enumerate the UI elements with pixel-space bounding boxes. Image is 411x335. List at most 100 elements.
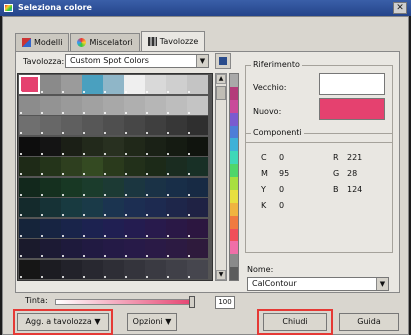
spectrum-segment[interactable] xyxy=(230,164,238,177)
spectrum-segment[interactable] xyxy=(230,151,238,165)
color-swatch[interactable] xyxy=(40,157,61,176)
spectrum-segment[interactable] xyxy=(230,86,238,100)
color-swatch[interactable] xyxy=(40,116,61,135)
color-swatch[interactable] xyxy=(166,136,187,156)
color-swatch[interactable] xyxy=(187,177,208,197)
color-swatch[interactable] xyxy=(19,136,40,156)
color-swatch[interactable] xyxy=(187,239,208,258)
color-swatch[interactable] xyxy=(103,177,124,197)
scroll-up-button[interactable]: ▲ xyxy=(216,74,226,84)
spectrum-segment[interactable] xyxy=(230,112,238,126)
color-swatch[interactable] xyxy=(61,95,82,115)
tab-mixers[interactable]: Miscelatori xyxy=(70,33,140,51)
color-swatch[interactable] xyxy=(124,259,145,279)
spectrum-segment[interactable] xyxy=(230,99,238,113)
color-swatch[interactable] xyxy=(166,95,187,115)
spectrum-segment[interactable] xyxy=(230,189,238,203)
color-swatch[interactable] xyxy=(145,218,166,238)
color-swatch[interactable] xyxy=(61,157,82,176)
color-swatch[interactable] xyxy=(40,259,61,279)
spectrum-segment[interactable] xyxy=(230,267,238,280)
palette-menu-button[interactable] xyxy=(215,53,231,69)
spectrum-segment[interactable] xyxy=(230,228,238,242)
color-swatch[interactable] xyxy=(145,239,166,258)
color-swatch[interactable] xyxy=(19,157,40,176)
color-swatch[interactable] xyxy=(103,218,124,238)
options-button[interactable]: Opzioni ▼ xyxy=(127,313,177,331)
color-swatch[interactable] xyxy=(124,198,145,217)
color-swatch[interactable] xyxy=(40,239,61,258)
color-swatch[interactable] xyxy=(61,136,82,156)
color-swatch[interactable] xyxy=(145,259,166,279)
spectrum-segment[interactable] xyxy=(230,177,238,190)
color-swatch[interactable] xyxy=(187,136,208,156)
color-swatch[interactable] xyxy=(187,116,208,135)
color-swatch[interactable] xyxy=(19,75,40,94)
color-swatch[interactable] xyxy=(124,239,145,258)
tab-palettes[interactable]: Tavolozze xyxy=(140,31,206,51)
color-swatch[interactable] xyxy=(19,95,40,115)
spectrum-segment[interactable] xyxy=(230,215,238,229)
spectrum-segment[interactable] xyxy=(230,125,238,139)
color-swatch[interactable] xyxy=(187,75,208,94)
color-swatch[interactable] xyxy=(40,198,61,217)
color-swatch[interactable] xyxy=(103,198,124,217)
color-swatch[interactable] xyxy=(82,157,103,176)
color-swatch[interactable] xyxy=(19,239,40,258)
color-swatch[interactable] xyxy=(166,116,187,135)
color-swatch[interactable] xyxy=(61,116,82,135)
color-swatch[interactable] xyxy=(145,95,166,115)
tint-value-field[interactable]: 100 xyxy=(215,296,235,309)
color-swatch[interactable] xyxy=(145,75,166,94)
color-swatch[interactable] xyxy=(82,95,103,115)
color-swatch[interactable] xyxy=(82,259,103,279)
color-swatch[interactable] xyxy=(19,218,40,238)
color-swatch[interactable] xyxy=(40,218,61,238)
scroll-down-button[interactable]: ▼ xyxy=(216,270,226,280)
color-swatch[interactable] xyxy=(61,239,82,258)
color-swatch[interactable] xyxy=(40,95,61,115)
name-select[interactable]: CalContour ▼ xyxy=(247,277,389,291)
color-swatch[interactable] xyxy=(166,218,187,238)
color-swatch[interactable] xyxy=(103,75,124,94)
color-swatch[interactable] xyxy=(61,177,82,197)
color-swatch[interactable] xyxy=(124,157,145,176)
color-swatch[interactable] xyxy=(145,157,166,176)
color-swatch[interactable] xyxy=(82,218,103,238)
color-swatch[interactable] xyxy=(40,136,61,156)
spectrum-segment[interactable] xyxy=(230,254,238,268)
tint-slider-thumb[interactable] xyxy=(189,296,195,308)
color-swatch[interactable] xyxy=(61,75,82,94)
color-swatch[interactable] xyxy=(187,95,208,115)
color-swatch[interactable] xyxy=(187,198,208,217)
color-swatch[interactable] xyxy=(19,116,40,135)
color-swatch[interactable] xyxy=(166,157,187,176)
color-swatch[interactable] xyxy=(124,218,145,238)
spectrum-segment[interactable] xyxy=(230,241,238,255)
color-swatch[interactable] xyxy=(40,177,61,197)
color-swatch[interactable] xyxy=(145,136,166,156)
palette-select[interactable]: Custom Spot Colors ▼ xyxy=(65,54,209,68)
spectrum-segment[interactable] xyxy=(230,202,238,216)
color-swatch[interactable] xyxy=(82,136,103,156)
color-swatch[interactable] xyxy=(166,198,187,217)
color-swatch[interactable] xyxy=(187,218,208,238)
color-swatch[interactable] xyxy=(103,157,124,176)
swatch-grid[interactable] xyxy=(17,73,213,281)
color-swatch[interactable] xyxy=(166,239,187,258)
color-swatch[interactable] xyxy=(19,177,40,197)
color-swatch[interactable] xyxy=(82,116,103,135)
color-swatch[interactable] xyxy=(82,239,103,258)
color-swatch[interactable] xyxy=(82,75,103,94)
color-swatch[interactable] xyxy=(166,259,187,279)
color-swatch[interactable] xyxy=(103,95,124,115)
color-swatch[interactable] xyxy=(187,157,208,176)
color-swatch[interactable] xyxy=(166,177,187,197)
color-swatch[interactable] xyxy=(40,75,61,94)
color-swatch[interactable] xyxy=(103,239,124,258)
color-swatch[interactable] xyxy=(61,198,82,217)
color-swatch[interactable] xyxy=(124,116,145,135)
scroll-thumb[interactable] xyxy=(216,86,226,100)
color-swatch[interactable] xyxy=(145,198,166,217)
tab-models[interactable]: Modelli xyxy=(15,33,70,51)
